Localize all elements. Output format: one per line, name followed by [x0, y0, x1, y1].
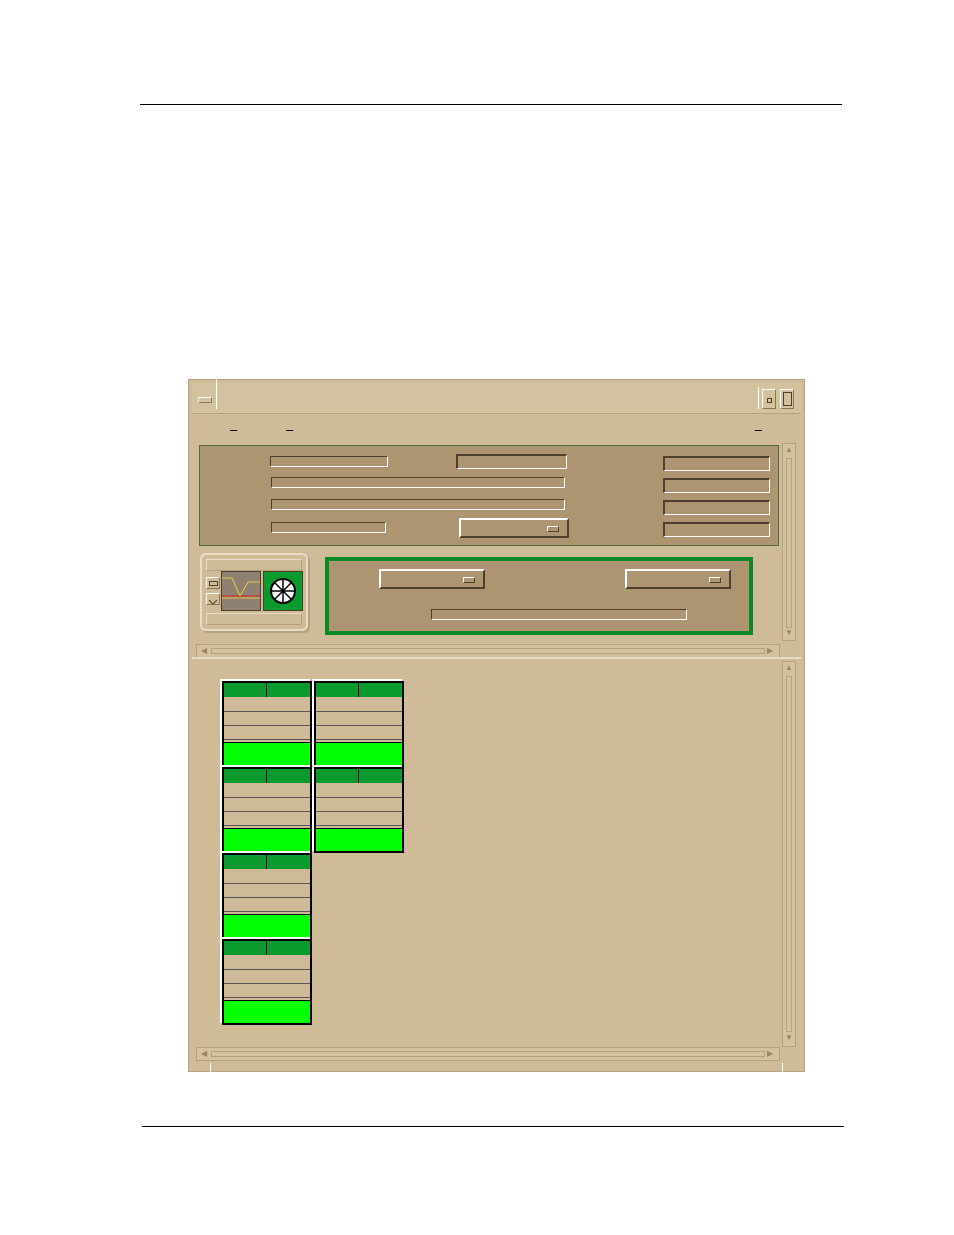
- icon-box-label: [206, 559, 302, 571]
- pane-divider[interactable]: [192, 657, 801, 659]
- lower-pane: [196, 661, 778, 1045]
- minimize-icon[interactable]: [762, 389, 776, 409]
- tile-header: [316, 683, 402, 697]
- tile-row-divider: [316, 739, 402, 740]
- title-divider-left: [216, 379, 217, 409]
- lower-vertical-scrollbar[interactable]: ▲ ▼: [782, 661, 796, 1047]
- upper-pane: ▲ ▼: [196, 443, 796, 649]
- tile-header: [316, 769, 402, 783]
- right-field-3[interactable]: [663, 500, 770, 515]
- option-menu-1[interactable]: [459, 518, 569, 538]
- right-field-4[interactable]: [663, 522, 770, 537]
- option-indicator-icon: [709, 577, 721, 583]
- tile-row-divider: [224, 883, 310, 884]
- bottom-resize-handle-left[interactable]: [210, 1063, 211, 1072]
- tile-header: [224, 941, 310, 955]
- lower-horizontal-scrollbar[interactable]: ◀ ▶: [196, 1047, 780, 1061]
- status-tile[interactable]: [314, 767, 404, 853]
- upper-horizontal-scrollbar[interactable]: ◀ ▶: [196, 644, 780, 658]
- tile-row-divider: [316, 711, 402, 712]
- tile-header: [224, 855, 310, 869]
- field-4[interactable]: [271, 499, 565, 510]
- tile-row-divider: [224, 725, 310, 726]
- tile-row-divider: [224, 739, 310, 740]
- bottom-resize-handle-right[interactable]: [782, 1063, 783, 1072]
- menu-item-1[interactable]: [226, 419, 240, 433]
- tile-header-divider: [358, 769, 359, 783]
- field-5[interactable]: [271, 522, 386, 533]
- icon-box-footer: [206, 613, 302, 625]
- menu-item-2[interactable]: [282, 419, 296, 433]
- control-panel: [325, 557, 753, 635]
- tile-row-divider: [224, 825, 310, 826]
- tile-status-bar: [224, 914, 310, 937]
- tile-row-divider: [316, 811, 402, 812]
- tile-header-divider: [266, 855, 267, 869]
- option-indicator-icon: [463, 577, 475, 583]
- parameter-panel: [199, 445, 779, 546]
- title-divider-right: [758, 387, 759, 409]
- tile-row-divider: [224, 811, 310, 812]
- option-indicator-icon: [547, 526, 559, 532]
- tile-status-bar: [224, 1000, 310, 1023]
- window-menu-icon[interactable]: [198, 397, 212, 403]
- tile-row-divider: [224, 969, 310, 970]
- footer-rule: [142, 1126, 844, 1127]
- field-2[interactable]: [456, 454, 567, 469]
- tile-row-divider: [316, 825, 402, 826]
- menu-bar: [192, 415, 801, 437]
- tile-header: [224, 769, 310, 783]
- trend-graph-icon[interactable]: [221, 571, 261, 611]
- icon-box: [200, 553, 308, 631]
- field-3[interactable]: [271, 477, 565, 488]
- maximize-icon[interactable]: [780, 389, 794, 409]
- status-tile[interactable]: [222, 767, 312, 853]
- tile-header: [224, 683, 310, 697]
- tile-row-divider: [316, 797, 402, 798]
- small-screen-icon[interactable]: [206, 577, 220, 589]
- tile-row-divider: [224, 897, 310, 898]
- status-tile[interactable]: [314, 681, 404, 767]
- menu-item-help[interactable]: [752, 419, 766, 433]
- wheel-icon[interactable]: [263, 571, 303, 611]
- application-window: ▲ ▼ ◀ ▶ ▲ ▼ ◀ ▶: [188, 379, 805, 1072]
- field-1[interactable]: [270, 456, 388, 467]
- tile-row-divider: [316, 725, 402, 726]
- tile-row-divider: [224, 797, 310, 798]
- header-rule: [140, 104, 842, 105]
- tile-row-divider: [224, 911, 310, 912]
- right-field-2[interactable]: [663, 478, 770, 493]
- option-menu-b[interactable]: [625, 569, 731, 589]
- tile-status-bar: [224, 828, 310, 851]
- tile-status-bar: [316, 828, 402, 851]
- tile-header-divider: [266, 769, 267, 783]
- tile-status-bar: [224, 742, 310, 765]
- right-field-1[interactable]: [663, 456, 770, 471]
- tile-header-divider: [358, 683, 359, 697]
- status-tile[interactable]: [222, 681, 312, 767]
- tile-header-divider: [266, 941, 267, 955]
- upper-vertical-scrollbar[interactable]: ▲ ▼: [782, 443, 796, 641]
- option-menu-a[interactable]: [379, 569, 485, 589]
- tile-row-divider: [224, 997, 310, 998]
- tile-status-bar: [316, 742, 402, 765]
- status-tile[interactable]: [222, 853, 312, 939]
- tile-header-divider: [266, 683, 267, 697]
- tile-row-divider: [224, 711, 310, 712]
- title-bar[interactable]: [192, 379, 801, 414]
- status-field[interactable]: [431, 609, 687, 620]
- tile-row-divider: [224, 983, 310, 984]
- chevron-down-icon[interactable]: [206, 593, 220, 605]
- status-tile[interactable]: [222, 939, 312, 1025]
